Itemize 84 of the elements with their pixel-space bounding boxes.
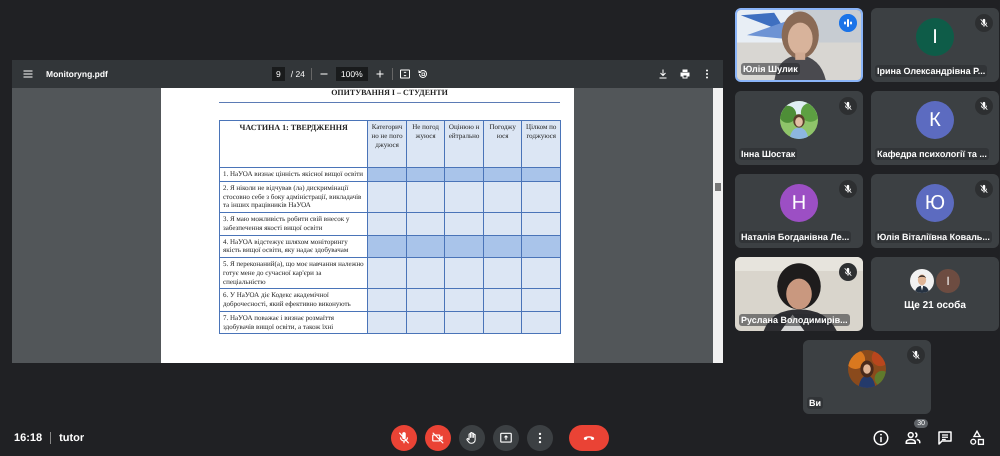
participant-name: Інна Шостак xyxy=(739,148,798,160)
answer-cell[interactable] xyxy=(444,311,484,334)
answer-cell[interactable] xyxy=(368,181,406,212)
answer-cell[interactable] xyxy=(406,181,445,212)
participant-name: Ірина Олександрівна Р... xyxy=(875,65,988,77)
info-icon[interactable] xyxy=(872,429,890,447)
answer-cell[interactable] xyxy=(483,168,522,182)
answer-cell[interactable] xyxy=(368,288,406,312)
participant-name: Юлія Шулик xyxy=(741,63,800,75)
participant-tile[interactable]: Інна Шостак xyxy=(735,91,863,165)
answer-cell[interactable] xyxy=(522,258,560,289)
avatar-initial: І xyxy=(916,18,954,56)
participant-name: Кафедра психології та ... xyxy=(875,148,989,160)
answer-cell[interactable] xyxy=(483,181,522,212)
answer-cell[interactable] xyxy=(522,288,560,312)
answer-cell[interactable] xyxy=(368,311,406,334)
answer-cell[interactable] xyxy=(522,168,560,182)
meeting-time: 16:18 xyxy=(14,432,42,444)
answer-cell[interactable] xyxy=(368,258,406,289)
file-name: Monitoryng.pdf xyxy=(46,69,109,79)
answer-cell[interactable] xyxy=(483,212,522,235)
answer-cell[interactable] xyxy=(368,212,406,235)
answer-cell[interactable] xyxy=(406,258,445,289)
more-button[interactable] xyxy=(527,425,553,451)
answer-cell[interactable] xyxy=(444,212,484,235)
answer-cell[interactable] xyxy=(406,311,445,334)
participant-tile[interactable]: І Ірина Олександрівна Р... xyxy=(871,8,999,82)
more-participants-label: Ще 21 особа xyxy=(904,300,966,311)
hand-button[interactable] xyxy=(459,425,485,451)
answer-cell[interactable] xyxy=(483,235,522,258)
activities-icon[interactable] xyxy=(968,429,986,447)
mic-off-icon xyxy=(397,431,411,445)
camera-off-icon xyxy=(431,431,445,445)
answer-cell[interactable] xyxy=(444,235,484,258)
answer-cell[interactable] xyxy=(368,235,406,258)
answer-cell[interactable] xyxy=(406,235,445,258)
menu-icon[interactable] xyxy=(22,68,34,80)
download-icon[interactable] xyxy=(657,68,669,80)
avatar-initial: Н xyxy=(780,184,818,222)
column-header: ЧАСТИНА 1: ТВЕРДЖЕННЯ xyxy=(220,120,368,168)
answer-cell[interactable] xyxy=(444,168,484,182)
leave-call-button[interactable] xyxy=(569,425,609,451)
rotate-icon[interactable] xyxy=(416,68,429,80)
answer-cell[interactable] xyxy=(444,181,484,212)
answer-cell[interactable] xyxy=(522,235,560,258)
avatar-initial: К xyxy=(916,101,954,139)
answer-cell[interactable] xyxy=(522,181,560,212)
page-number-field[interactable]: 9 xyxy=(272,67,285,81)
participant-tile[interactable]: Юлія Шулик xyxy=(735,8,863,82)
zoom-field[interactable]: 100% xyxy=(336,67,368,81)
answer-cell[interactable] xyxy=(483,311,522,334)
answer-cell[interactable] xyxy=(444,258,484,289)
answer-cell[interactable] xyxy=(406,212,445,235)
page-count: / 24 xyxy=(290,69,305,79)
participant-name: Ви xyxy=(807,397,824,409)
answer-cell[interactable] xyxy=(483,258,522,289)
participant-tile[interactable]: Ю Юлія Віталіївна Коваль... xyxy=(871,174,999,248)
zoom-in-icon[interactable] xyxy=(374,68,386,80)
participant-name: Наталія Богданівна Ле... xyxy=(739,231,852,243)
fit-page-icon[interactable] xyxy=(398,68,411,80)
more-participants-tile[interactable]: І Ще 21 особа xyxy=(871,257,999,331)
present-screen-icon xyxy=(499,431,513,445)
answer-cell[interactable] xyxy=(406,288,445,312)
camera-button[interactable] xyxy=(425,425,451,451)
avatar-initial: Ю xyxy=(916,184,954,222)
answer-cell[interactable] xyxy=(368,168,406,182)
answer-cell[interactable] xyxy=(444,288,484,312)
mic-button[interactable] xyxy=(391,425,417,451)
answer-cell[interactable] xyxy=(522,212,560,235)
participant-name: Юлія Віталіївна Коваль... xyxy=(875,231,992,243)
print-icon[interactable] xyxy=(679,68,691,80)
people-icon[interactable] xyxy=(904,429,922,447)
answer-cell[interactable] xyxy=(406,168,445,182)
participant-tile[interactable]: К Кафедра психології та ... xyxy=(871,91,999,165)
chat-icon[interactable] xyxy=(936,429,954,447)
document-heading: ОПИТУВАННЯ І – СТУДЕНТИ xyxy=(219,88,560,103)
scrollbar[interactable] xyxy=(713,88,723,363)
avatar-initial: І xyxy=(936,269,960,293)
present-button[interactable] xyxy=(493,425,519,451)
answer-cell[interactable] xyxy=(522,311,560,334)
meeting-code: tutor xyxy=(59,432,84,444)
participant-tile[interactable]: Н Наталія Богданівна Ле... xyxy=(735,174,863,248)
answer-cell[interactable] xyxy=(483,288,522,312)
participant-tile[interactable]: Ви xyxy=(803,340,931,414)
